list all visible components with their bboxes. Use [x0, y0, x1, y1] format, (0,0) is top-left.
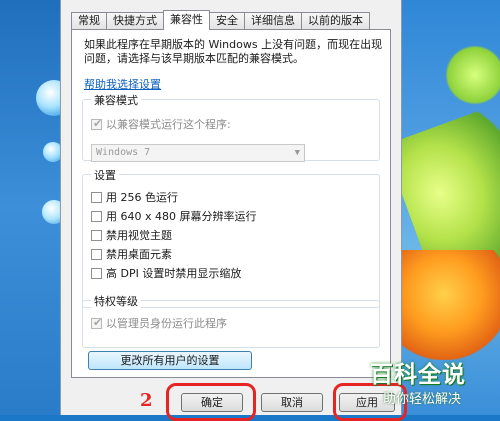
setting-disable-visual-themes[interactable]: 禁用视觉主题: [91, 227, 172, 243]
setting-checkbox[interactable]: [91, 229, 102, 241]
setting-label: 禁用视觉主题: [106, 229, 172, 242]
privilege-group: 特权等级 ✔ 以管理员身份运行此程序: [82, 293, 380, 348]
annotation-highlight-ok: [166, 383, 256, 421]
properties-dialog: 常规 快捷方式 兼容性 安全 详细信息 以前的版本 如果此程序在早期版本的 Wi…: [60, 0, 402, 415]
os-version-select[interactable]: Windows 7 ▼: [91, 144, 305, 162]
tab-general[interactable]: 常规: [71, 12, 107, 29]
compat-mode-group: 兼容模式 ✔ 以兼容模式运行这个程序: Windows 7 ▼: [82, 92, 380, 162]
tab-strip: 常规 快捷方式 兼容性 安全 详细信息 以前的版本: [71, 10, 370, 30]
wallpaper-leaf: [440, 40, 500, 110]
setting-256-colors[interactable]: 用 256 色运行: [91, 189, 178, 205]
run-as-admin-row[interactable]: ✔ 以管理员身份运行此程序: [91, 315, 227, 331]
compat-mode-title: 兼容模式: [91, 92, 141, 108]
tab-shortcut[interactable]: 快捷方式: [106, 12, 164, 29]
compat-mode-row[interactable]: ✔ 以兼容模式运行这个程序:: [91, 116, 231, 132]
compat-mode-checkbox[interactable]: ✔: [91, 116, 103, 130]
tab-previous-versions[interactable]: 以前的版本: [301, 12, 370, 29]
setting-label: 禁用桌面元素: [106, 248, 172, 261]
change-all-users-button[interactable]: 更改所有用户的设置: [88, 351, 252, 370]
setting-label: 高 DPI 设置时禁用显示缩放: [106, 267, 242, 280]
setting-640x480[interactable]: 用 640 x 480 屏幕分辨率运行: [91, 208, 257, 224]
tab-security[interactable]: 安全: [209, 12, 245, 29]
setting-checkbox[interactable]: [91, 267, 102, 279]
setting-checkbox[interactable]: [91, 191, 102, 203]
checkmark-icon: ✔: [93, 315, 103, 329]
run-as-admin-label: 以管理员身份运行此程序: [106, 317, 227, 330]
settings-title: 设置: [91, 167, 119, 183]
setting-checkbox[interactable]: [91, 248, 102, 260]
compat-mode-label: 以兼容模式运行这个程序:: [106, 118, 231, 131]
setting-disable-desktop-composition[interactable]: 禁用桌面元素: [91, 246, 172, 262]
watermark: 百科全说 助你轻松解决: [366, 355, 500, 415]
run-as-admin-checkbox[interactable]: ✔: [91, 315, 103, 329]
setting-label: 用 640 x 480 屏幕分辨率运行: [106, 210, 257, 223]
tab-details[interactable]: 详细信息: [244, 12, 302, 29]
privilege-title: 特权等级: [91, 293, 141, 309]
annotation-step-number: 2: [140, 390, 153, 411]
watermark-sub: 助你轻松解决: [383, 392, 462, 407]
setting-label: 用 256 色运行: [106, 191, 178, 204]
os-version-value: Windows 7: [96, 147, 151, 158]
checkmark-icon: ✔: [93, 116, 103, 130]
cancel-button[interactable]: 取消: [261, 393, 323, 412]
dropdown-arrow-icon: ▼: [294, 148, 300, 158]
intro-text: 如果此程序在早期版本的 Windows 上没有问题，而现在出现问题，请选择与该早…: [84, 38, 383, 65]
tab-compatibility[interactable]: 兼容性: [163, 10, 210, 30]
compatibility-panel: 如果此程序在早期版本的 Windows 上没有问题，而现在出现问题，请选择与该早…: [71, 29, 391, 378]
settings-group: 设置 用 256 色运行 用 640 x 480 屏幕分辨率运行 禁用视觉主题 …: [82, 167, 380, 308]
setting-checkbox[interactable]: [91, 210, 102, 222]
watermark-main: 百科全说: [370, 362, 466, 388]
help-link[interactable]: 帮助我选择设置: [84, 76, 161, 92]
wallpaper-leaf: [400, 250, 500, 360]
setting-disable-dpi-scaling[interactable]: 高 DPI 设置时禁用显示缩放: [91, 265, 241, 281]
